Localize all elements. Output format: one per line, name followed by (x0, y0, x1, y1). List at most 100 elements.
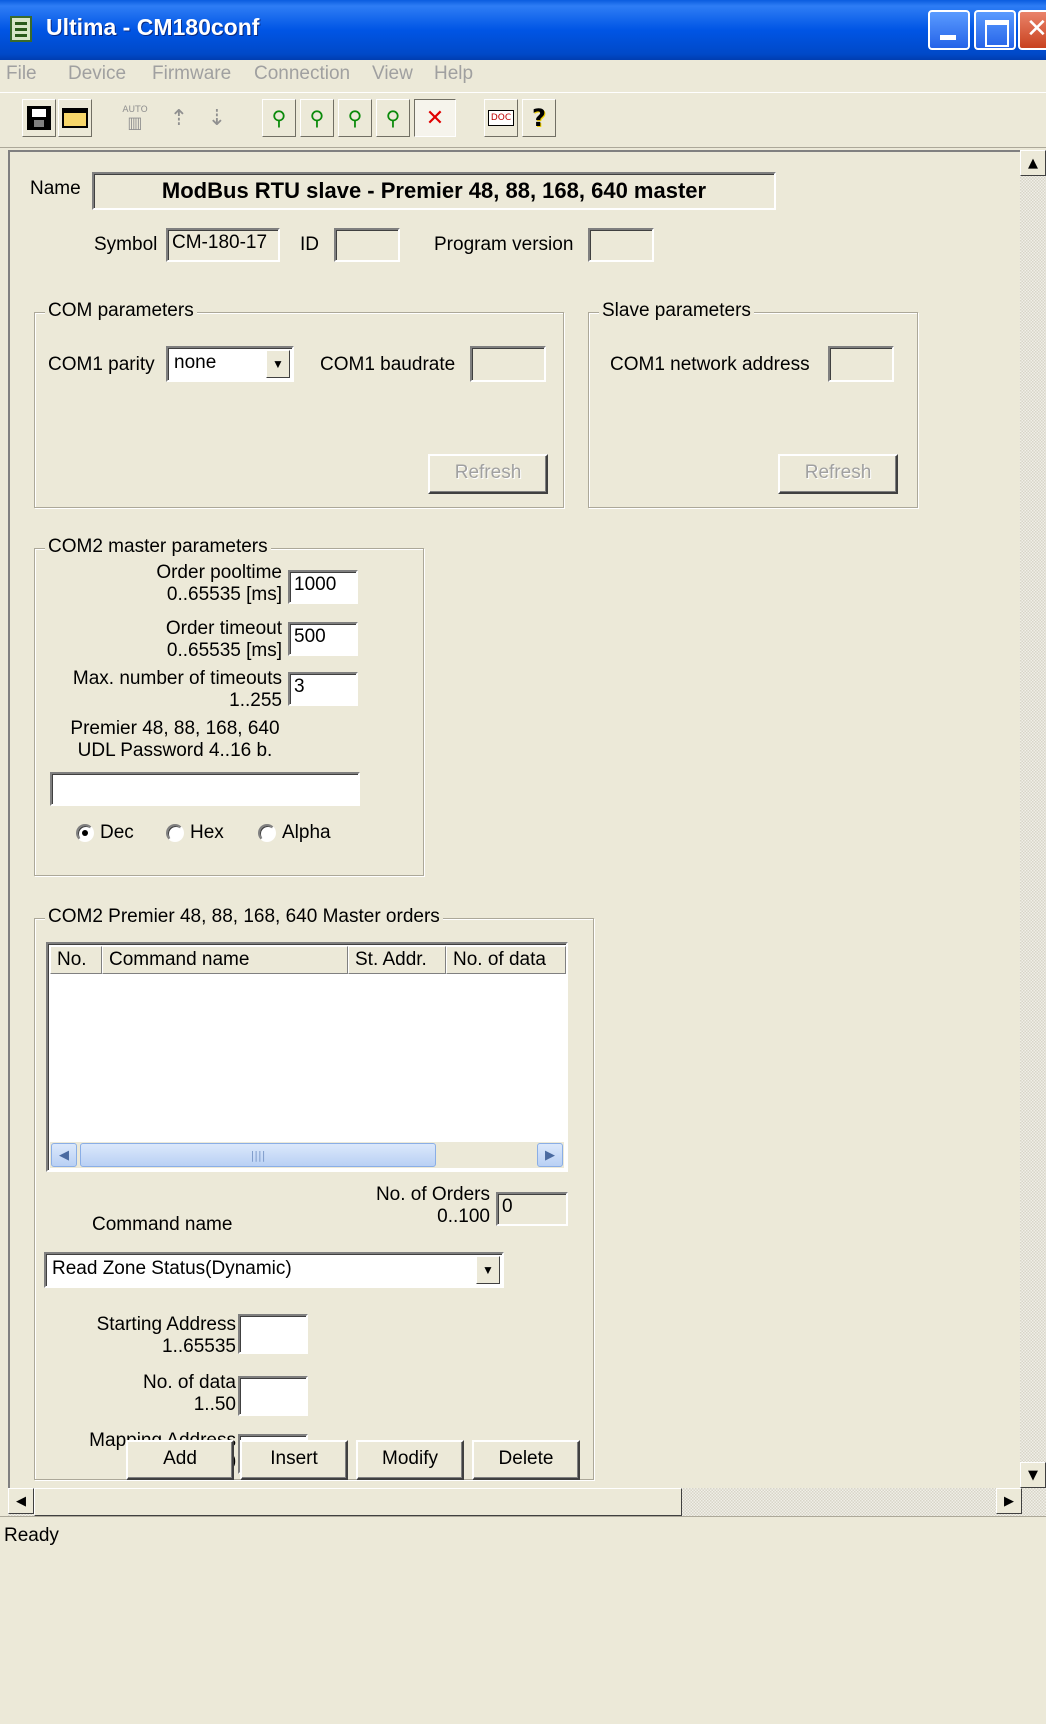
connect-3-button[interactable]: ⚲ (338, 99, 372, 137)
vertical-scrollbar[interactable]: ▲ ▼ (1020, 150, 1046, 1488)
radio-hex[interactable] (166, 824, 184, 842)
empty-area (0, 1556, 1046, 1724)
com1-parity-label: COM1 parity (48, 354, 155, 375)
no-of-orders-label: No. of Orders 0..100 (375, 1184, 490, 1227)
window-title: Ultima - CM180conf (46, 14, 260, 40)
scroll-right-icon[interactable]: ▶ (537, 1143, 563, 1167)
connect-1-icon: ⚲ (271, 106, 287, 130)
download-icon: ⇣ (207, 105, 227, 131)
udl-password-input[interactable] (50, 772, 360, 806)
com2-master-parameters-title: COM2 master parameters (45, 536, 271, 558)
scroll-up-icon[interactable]: ▲ (1020, 150, 1046, 176)
id-label: ID (300, 234, 319, 255)
com-parameters-title: COM parameters (45, 300, 197, 322)
com1-network-address-label: COM1 network address (610, 354, 810, 375)
symbol-label: Symbol (94, 234, 158, 255)
menu-file[interactable]: File (6, 63, 37, 85)
udl-password-label: Premier 48, 88, 168, 640 UDL Password 4.… (70, 718, 280, 761)
connect-3-icon: ⚲ (347, 106, 363, 130)
slave-parameters-title: Slave parameters (599, 300, 754, 322)
auto-upload-button[interactable]: AUTO ▥ (118, 99, 152, 137)
insert-button[interactable]: Insert (240, 1440, 348, 1480)
upload-icon: ⇡ (169, 105, 189, 131)
menu-bar: File Device Firmware Connection View Hel… (0, 60, 1046, 92)
modify-button[interactable]: Modify (356, 1440, 464, 1480)
delete-button[interactable]: Delete (472, 1440, 580, 1480)
close-button[interactable] (1018, 10, 1046, 50)
program-version-label: Program version (434, 234, 574, 255)
column-start-address[interactable]: St. Addr. (348, 946, 446, 974)
max-timeouts-input[interactable]: 3 (288, 672, 358, 706)
radio-alpha-label[interactable]: Alpha (282, 822, 331, 844)
order-pooltime-input[interactable]: 1000 (288, 570, 358, 604)
com1-baudrate-label: COM1 baudrate (320, 354, 456, 375)
radio-dec[interactable] (76, 824, 94, 842)
auto-upload-icon: AUTO ▥ (122, 104, 148, 132)
command-name-select[interactable]: Read Zone Status(Dynamic) ▼ (44, 1252, 504, 1288)
order-timeout-label: Order timeout 0..65535 [ms] (165, 618, 282, 661)
scroll-left-icon[interactable]: ◀ (8, 1488, 34, 1514)
scroll-left-icon[interactable]: ◀ (51, 1143, 77, 1167)
status-bar: Ready (0, 1516, 1046, 1556)
help-button[interactable]: ? (522, 99, 556, 137)
scroll-right-icon[interactable]: ▶ (996, 1488, 1022, 1514)
column-no-of-data[interactable]: No. of data (446, 946, 566, 974)
starting-address-label: Starting Address 1..65535 (96, 1314, 236, 1357)
app-icon[interactable] (10, 16, 32, 42)
no-of-orders-field: 0 (496, 1192, 568, 1226)
maximize-button[interactable] (974, 10, 1016, 50)
title-bar[interactable]: Ultima - CM180conf (0, 0, 1046, 60)
horizontal-scroll-thumb[interactable] (34, 1488, 682, 1516)
orders-list[interactable]: No. Command name St. Addr. No. of data ◀… (46, 942, 568, 1172)
doc-icon: DOC (487, 110, 515, 126)
toolbar: AUTO ▥ ⇡ ⇣ ⚲ ⚲ ⚲ ⚲ ✕ DOC ? (0, 92, 1046, 148)
radio-alpha[interactable] (258, 824, 276, 842)
list-horizontal-scrollbar[interactable]: ◀ |||| ▶ (50, 1142, 564, 1168)
command-name-value: Read Zone Status(Dynamic) (52, 1258, 292, 1279)
symbol-field: CM-180-17 (166, 228, 280, 262)
column-no[interactable]: No. (50, 946, 102, 974)
list-scroll-thumb[interactable]: |||| (80, 1143, 436, 1167)
connect-4-icon: ⚲ (385, 106, 401, 130)
command-name-label: Command name (92, 1214, 233, 1235)
menu-firmware[interactable]: Firmware (152, 63, 231, 85)
disconnect-icon: ✕ (425, 105, 445, 131)
name-label: Name (30, 178, 81, 199)
slave-refresh-button[interactable]: Refresh (778, 454, 898, 494)
connect-2-button[interactable]: ⚲ (300, 99, 334, 137)
chevron-down-icon[interactable]: ▼ (266, 350, 290, 378)
disconnect-button[interactable]: ✕ (414, 99, 456, 137)
com-refresh-button[interactable]: Refresh (428, 454, 548, 494)
chevron-down-icon[interactable]: ▼ (476, 1256, 500, 1284)
minimize-button[interactable] (928, 10, 970, 50)
upload-button[interactable]: ⇡ (162, 99, 196, 137)
add-button[interactable]: Add (126, 1440, 234, 1480)
open-button[interactable] (58, 99, 92, 137)
save-icon (27, 106, 51, 130)
save-button[interactable] (22, 99, 56, 137)
menu-view[interactable]: View (372, 63, 413, 85)
connect-4-button[interactable]: ⚲ (376, 99, 410, 137)
com1-parity-select[interactable]: none ▼ (166, 346, 294, 382)
com1-network-address-field (828, 346, 894, 382)
no-of-data-input[interactable] (238, 1376, 308, 1416)
menu-device[interactable]: Device (68, 63, 126, 85)
order-pooltime-label: Order pooltime 0..65535 [ms] (156, 562, 282, 605)
column-command-name[interactable]: Command name (102, 946, 348, 974)
radio-hex-label[interactable]: Hex (190, 822, 224, 844)
com1-parity-value: none (174, 352, 217, 373)
order-timeout-input[interactable]: 500 (288, 622, 358, 656)
program-version-field (588, 228, 654, 262)
connect-1-button[interactable]: ⚲ (262, 99, 296, 137)
no-of-data-label: No. of data 1..50 (143, 1372, 236, 1415)
id-field (334, 228, 400, 262)
download-button[interactable]: ⇣ (200, 99, 234, 137)
scroll-down-icon[interactable]: ▼ (1020, 1462, 1046, 1488)
master-orders-title: COM2 Premier 48, 88, 168, 640 Master ord… (45, 906, 443, 928)
doc-button[interactable]: DOC (484, 99, 518, 137)
starting-address-input[interactable] (238, 1314, 308, 1354)
menu-help[interactable]: Help (434, 63, 473, 85)
horizontal-scrollbar[interactable]: ◀ ▶ (8, 1488, 1046, 1516)
radio-dec-label[interactable]: Dec (100, 822, 134, 844)
menu-connection[interactable]: Connection (254, 63, 350, 85)
